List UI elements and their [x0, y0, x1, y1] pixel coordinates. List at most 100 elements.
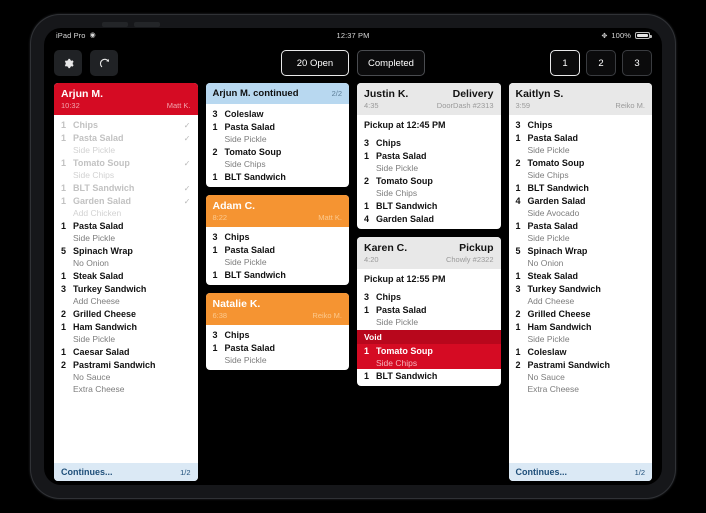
- order-item-row[interactable]: 1 Pasta Salad: [206, 243, 350, 256]
- ticket-items-list: 3 Chips 1 Pasta Salad Side Pickle 1 BLT Sandwi…: [206, 227, 350, 285]
- item-quantity: 2: [515, 359, 521, 370]
- order-item-row[interactable]: 1 BLT Sandwich: [509, 181, 653, 194]
- order-ticket[interactable]: Arjun M. continued 2/2 3 Coleslaw 1 Pasta Sal…: [205, 83, 350, 187]
- order-item-row[interactable]: 5 Spinach Wrap: [54, 244, 198, 257]
- item-quantity: 1: [515, 132, 521, 143]
- item-quantity: 1: [364, 345, 370, 356]
- order-item-row[interactable]: 3 Chips: [206, 328, 350, 341]
- order-item-row[interactable]: 1 BLT Sandwich: [357, 369, 501, 382]
- order-elapsed-time: 4:20: [364, 255, 379, 264]
- ticket-header-row: Adam C.: [213, 200, 343, 212]
- order-item-row[interactable]: 2 Tomato Soup: [509, 156, 653, 169]
- item-quantity: 1: [61, 321, 67, 332]
- order-item-row[interactable]: 1 BLT Sandwich ✓: [54, 181, 198, 194]
- pickup-time-label: Pickup at 12:55 PM: [364, 274, 446, 284]
- order-item-row[interactable]: 1 Pasta Salad ✓: [54, 131, 198, 144]
- item-name: BLT Sandwich: [73, 182, 135, 193]
- tab-completed-orders[interactable]: Completed: [357, 50, 425, 76]
- order-item-row[interactable]: 1 Tomato Soup ✓: [54, 156, 198, 169]
- order-item-row[interactable]: 2 Tomato Soup: [206, 145, 350, 158]
- order-item-row[interactable]: 1 BLT Sandwich: [357, 199, 501, 212]
- refresh-button[interactable]: [90, 50, 118, 76]
- item-name: BLT Sandwich: [376, 200, 438, 211]
- order-item-row[interactable]: 1 Pasta Salad: [509, 131, 653, 144]
- order-column-1: Arjun M. 10:32 Matt K. 1 Chips ✓ 1 Pasta Salad ✓…: [54, 83, 198, 481]
- order-item-row[interactable]: 1 Steak Salad: [509, 269, 653, 282]
- order-item-row[interactable]: 2 Pastrami Sandwich: [54, 358, 198, 371]
- order-ticket[interactable]: Arjun M. 10:32 Matt K. 1 Chips ✓ 1 Pasta Salad ✓…: [54, 83, 198, 481]
- order-item-row[interactable]: 1 Chips ✓: [54, 118, 198, 131]
- customer-name: Kaitlyn S.: [515, 88, 564, 100]
- order-item-row[interactable]: 3 Turkey Sandwich: [54, 282, 198, 295]
- ticket-header-row: Arjun M. continued 2/2: [213, 88, 343, 99]
- item-name: Grilled Cheese: [527, 308, 591, 319]
- order-item-row[interactable]: 1 Pasta Salad: [206, 341, 350, 354]
- ticket-continues-footer[interactable]: Continues... 1/2: [54, 463, 198, 481]
- item-name: Tomato Soup: [73, 157, 130, 168]
- order-item-row[interactable]: 5 Spinach Wrap: [509, 244, 653, 257]
- order-item-row[interactable]: 1 Caesar Salad: [54, 345, 198, 358]
- ipad-screen: iPad Pro ◉ 12:37 PM ✥ 100% 20 Open Compl…: [44, 28, 662, 485]
- order-item-row[interactable]: 1 Pasta Salad: [509, 219, 653, 232]
- ticket-header-row: 10:32 Matt K.: [61, 101, 191, 110]
- order-item-row[interactable]: 2 Grilled Cheese: [54, 307, 198, 320]
- order-item-row[interactable]: 4 Garden Salad: [357, 212, 501, 225]
- order-item-row[interactable]: 1 Steak Salad: [54, 269, 198, 282]
- order-item-row[interactable]: 3 Chips: [509, 118, 653, 131]
- order-item-row[interactable]: 2 Tomato Soup: [357, 174, 501, 187]
- page-button-3[interactable]: 3: [622, 50, 652, 76]
- order-item-row[interactable]: 3 Chips: [206, 230, 350, 243]
- ticket-header-row: Karen C. Pickup: [364, 242, 494, 254]
- order-item-row[interactable]: 1 Tomato Soup: [357, 344, 501, 357]
- ticket-header-row: Kaitlyn S.: [516, 88, 646, 100]
- ticket-continues-footer[interactable]: Continues... 1/2: [508, 463, 652, 481]
- item-quantity: 1: [61, 195, 67, 206]
- item-name: Ham Sandwich: [527, 321, 592, 332]
- refresh-icon: [99, 58, 109, 67]
- settings-button[interactable]: [54, 50, 82, 76]
- order-item-row[interactable]: 1 Pasta Salad: [206, 120, 350, 133]
- volume-down-button[interactable]: [134, 22, 160, 27]
- order-item-row[interactable]: 3 Coleslaw: [206, 107, 350, 120]
- order-item-row[interactable]: 1 BLT Sandwich: [206, 268, 350, 281]
- order-item-row[interactable]: 1 Pasta Salad: [54, 219, 198, 232]
- ticket-header-row: 4:35 DoorDash #2313: [364, 101, 494, 110]
- item-name: Pasta Salad: [224, 244, 276, 255]
- order-ticket[interactable]: Justin K. Delivery 4:35 DoorDash #2313 Picku…: [357, 83, 501, 229]
- order-item-row[interactable]: 1 Pasta Salad: [357, 303, 501, 316]
- order-item-row[interactable]: 1 Pasta Salad: [357, 149, 501, 162]
- void-label: Void: [357, 330, 501, 344]
- order-item-row[interactable]: 1 BLT Sandwich: [206, 170, 350, 183]
- order-item-row[interactable]: 2 Grilled Cheese: [509, 307, 653, 320]
- order-item-row[interactable]: 1 Ham Sandwich: [509, 320, 653, 333]
- order-item-row[interactable]: 1 Garden Salad ✓: [54, 194, 198, 207]
- order-server-label: Matt K.: [166, 101, 191, 110]
- order-item-row[interactable]: 3 Chips: [357, 290, 501, 303]
- page-button-2[interactable]: 2: [586, 50, 616, 76]
- order-item-row[interactable]: 1 Ham Sandwich: [54, 320, 198, 333]
- volume-up-button[interactable]: [102, 22, 128, 27]
- order-item-row[interactable]: 3 Turkey Sandwich: [509, 282, 653, 295]
- order-ticket[interactable]: Kaitlyn S. 3:59 Reiko M. 3 Chips 1 Pasta Salad…: [508, 83, 653, 481]
- item-name: Spinach Wrap: [73, 245, 133, 256]
- order-ticket[interactable]: Karen C. Pickup 4:20 Chowly #2322 Pickup at …: [357, 237, 501, 386]
- order-ticket[interactable]: Natalie K. 6:38 Reiko M. 3 Chips 1 Pasta Salad…: [205, 293, 350, 370]
- item-name: Chips: [527, 119, 553, 130]
- item-quantity: 1: [515, 346, 521, 357]
- item-modifier: Side Chips: [73, 170, 115, 180]
- order-ticket[interactable]: Adam C. 8:22 Matt K. 3 Chips 1 Pasta Salad Side…: [205, 195, 350, 285]
- item-name: BLT Sandwich: [224, 171, 286, 182]
- item-name: Chips: [224, 231, 250, 242]
- order-item-row[interactable]: 2 Pastrami Sandwich: [509, 358, 653, 371]
- order-item-row[interactable]: 3 Chips: [357, 136, 501, 149]
- item-modifier: Add Cheese: [527, 296, 575, 306]
- order-item-row[interactable]: 4 Garden Salad: [509, 194, 653, 207]
- item-name: Tomato Soup: [376, 175, 433, 186]
- item-name: Pasta Salad: [224, 342, 276, 353]
- tab-open-orders[interactable]: 20 Open: [281, 50, 349, 76]
- item-name: Coleslaw: [527, 346, 567, 357]
- order-item-row[interactable]: 1 Coleslaw: [509, 345, 653, 358]
- item-quantity: 5: [61, 245, 67, 256]
- page-button-1[interactable]: 1: [550, 50, 580, 76]
- item-quantity: 1: [364, 370, 370, 381]
